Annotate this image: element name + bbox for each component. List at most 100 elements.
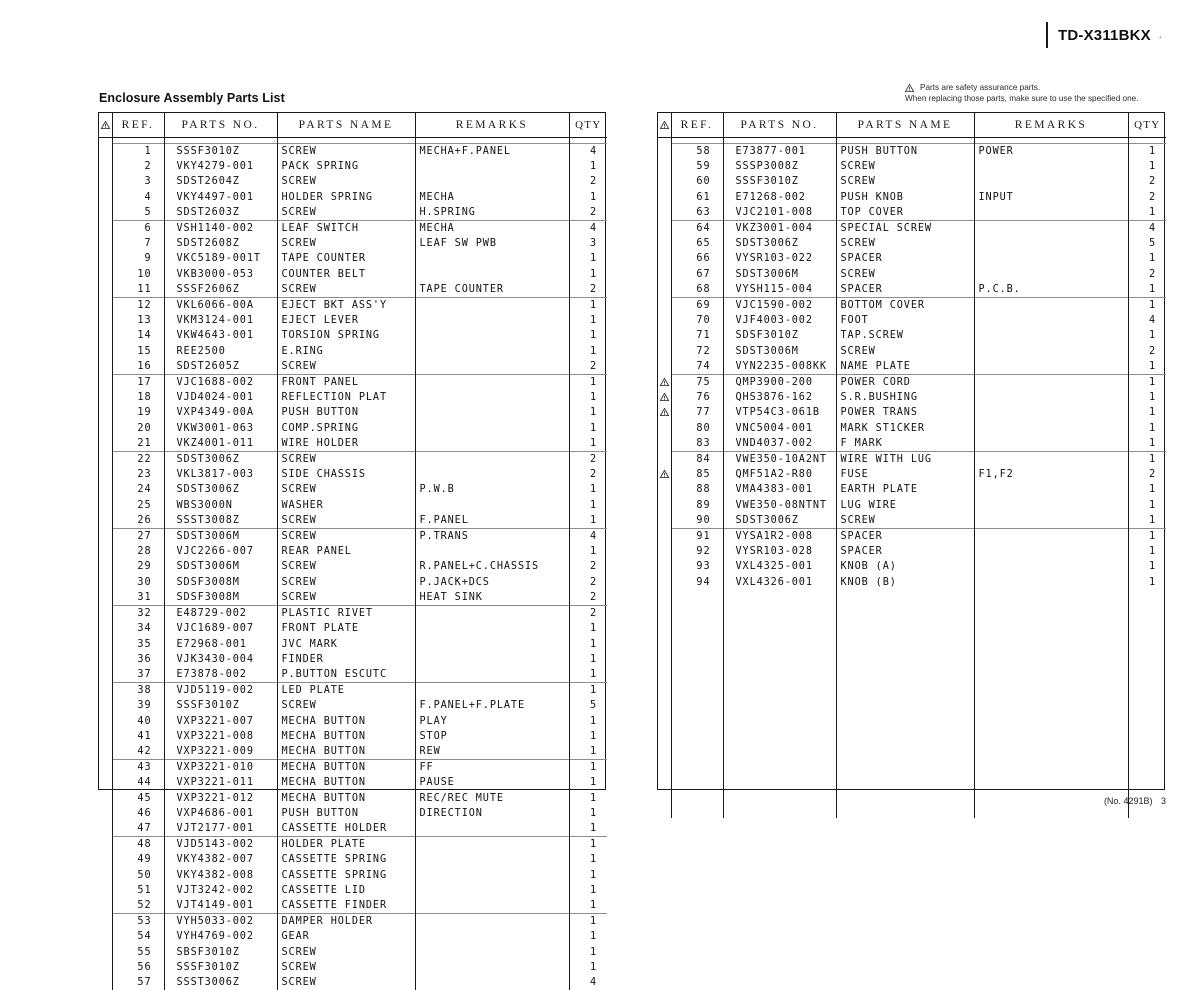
row-warning-cell	[99, 298, 112, 314]
table-row[interactable]: 94VXL4326-001KNOB (B)1	[658, 575, 1166, 590]
table-row[interactable]: 26SSST3008ZSCREWF.PANEL1	[99, 513, 607, 529]
row-warning-cell	[99, 698, 112, 713]
table-row[interactable]: 30SDSF3008MSCREWP.JACK+DCS2	[99, 575, 607, 590]
table-row[interactable]: 21VKZ4001-011WIRE HOLDER1	[99, 436, 607, 452]
table-row[interactable]: 60SSSF3010ZSCREW2	[658, 174, 1166, 189]
table-row[interactable]: 2VKY4279-001PACK SPRING1	[99, 159, 607, 174]
table-row[interactable]: 91VYSA1R2-008SPACER1	[658, 529, 1166, 545]
table-row[interactable]: 17VJC1688-002FRONT PANEL1	[99, 375, 607, 391]
table-row[interactable]: 24SDST3006ZSCREWP.W.B1	[99, 482, 607, 497]
table-row[interactable]: 76QHS3876-162S.R.BUSHING1	[658, 390, 1166, 405]
table-row[interactable]: 90SDST3006ZSCREW1	[658, 513, 1166, 529]
row-parts-no: E72968-001	[164, 637, 277, 652]
table-row[interactable]: 70VJF4003-002FOOT4	[658, 313, 1166, 328]
table-row[interactable]: 59SSSP3008ZSCREW1	[658, 159, 1166, 174]
row-qty: 1	[569, 267, 607, 282]
table-row[interactable]: 23VKL3817-003SIDE CHASSIS2	[99, 467, 607, 482]
table-row[interactable]: 50VKY4382-008CASSETTE SPRING1	[99, 868, 607, 883]
table-row[interactable]: 75QMP3900-200POWER CORD1	[658, 375, 1166, 391]
table-row[interactable]: 71SDSF3010ZTAP.SCREW1	[658, 328, 1166, 343]
table-row[interactable]: 58E73877-001PUSH BUTTONPOWER1	[658, 144, 1166, 160]
table-row[interactable]: 84VWE350-10A2NTWIRE WITH LUG1	[658, 452, 1166, 468]
row-parts-name: PUSH BUTTON	[277, 405, 415, 420]
table-row[interactable]: 29SDST3006MSCREWR.PANEL+C.CHASSIS2	[99, 559, 607, 574]
table-row[interactable]: 80VNC5004-001MARK ST1CKER1	[658, 421, 1166, 436]
table-row[interactable]: 92VYSR103-028SPACER1	[658, 544, 1166, 559]
table-row[interactable]: 36VJK3430-004FINDER1	[99, 652, 607, 667]
table-row[interactable]: 48VJD5143-002HOLDER PLATE1	[99, 837, 607, 853]
table-row[interactable]: 65SDST3006ZSCREW5	[658, 236, 1166, 251]
row-parts-no: REE2500	[164, 344, 277, 359]
table-row[interactable]: 1SSSF3010ZSCREWMECHA+F.PANEL4	[99, 144, 607, 160]
table-row[interactable]: 63VJC2101-008TOP COVER1	[658, 205, 1166, 221]
row-warning-cell	[99, 513, 112, 529]
row-warning-cell	[99, 159, 112, 174]
table-row[interactable]: 47VJT2177-001CASSETTE HOLDER1	[99, 821, 607, 837]
row-qty: 4	[569, 529, 607, 545]
table-row[interactable]: 93VXL4325-001KNOB (A)1	[658, 559, 1166, 574]
table-row[interactable]: 41VXP3221-008MECHA BUTTONSTOP1	[99, 729, 607, 744]
table-row[interactable]: 35E72968-001JVC MARK1	[99, 637, 607, 652]
table-row[interactable]: 89VWE350-08NTNTLUG WIRE1	[658, 498, 1166, 513]
table-row[interactable]: 67SDST3006MSCREW2	[658, 267, 1166, 282]
row-parts-no: VXP3221-011	[164, 775, 277, 790]
table-row[interactable]: 38VJD5119-002LED PLATE1	[99, 683, 607, 699]
table-row[interactable]: 15REE2500E.RING1	[99, 344, 607, 359]
table-row[interactable]: 20VKW3001-063COMP.SPRING1	[99, 421, 607, 436]
table-row[interactable]: 52VJT4149-001CASSETTE FINDER1	[99, 898, 607, 914]
table-row[interactable]: 69VJC1590-002BOTTOM COVER1	[658, 298, 1166, 314]
model-trailing-mark: .	[1159, 29, 1162, 41]
table-row[interactable]: 54VYH4769-002GEAR1	[99, 929, 607, 944]
table-row[interactable]: 42VXP3221-009MECHA BUTTONREW1	[99, 744, 607, 760]
table-row[interactable]: 56SSSF3010ZSCREW1	[99, 960, 607, 975]
row-remarks: DIRECTION	[415, 806, 569, 821]
table-row[interactable]: 45VXP3221-012MECHA BUTTONREC/REC MUTE1	[99, 791, 607, 806]
table-row[interactable]: 44VXP3221-011MECHA BUTTONPAUSE1	[99, 775, 607, 790]
table-row[interactable]: 10VKB3000-053COUNTER BELT1	[99, 267, 607, 282]
row-ref: 84	[671, 452, 723, 468]
table-row[interactable]: 25WBS3000NWASHER1	[99, 498, 607, 513]
table-row[interactable]: 68VYSH115-004SPACERP.C.B.1	[658, 282, 1166, 298]
table-row[interactable]: 9VKC5189-001TTAPE COUNTER1	[99, 251, 607, 266]
table-row[interactable]: 27SDST3006MSCREWP.TRANS4	[99, 529, 607, 545]
table-row[interactable]: 19VXP4349-00APUSH BUTTON1	[99, 405, 607, 420]
table-row[interactable]: 12VKL6066-00AEJECT BKT ASS'Y1	[99, 298, 607, 314]
table-row[interactable]: 61E71268-002PUSH KNOBINPUT2	[658, 190, 1166, 205]
table-row[interactable]: 53VYH5033-002DAMPER HOLDER1	[99, 914, 607, 930]
table-row[interactable]: 28VJC2266-007REAR PANEL1	[99, 544, 607, 559]
table-row[interactable]: 39SSSF3010ZSCREWF.PANEL+F.PLATE5	[99, 698, 607, 713]
table-row[interactable]: 14VKW4643-001TORSION SPRING1	[99, 328, 607, 343]
table-row[interactable]: 13VKM3124-001EJECT LEVER1	[99, 313, 607, 328]
table-row[interactable]: 32E48729-002PLASTIC RIVET2	[99, 606, 607, 622]
table-row[interactable]: 40VXP3221-007MECHA BUTTONPLAY1	[99, 714, 607, 729]
table-row[interactable]: 55SBSF3010ZSCREW1	[99, 945, 607, 960]
row-remarks	[415, 929, 569, 944]
table-row[interactable]: 51VJT3242-002CASSETTE LID1	[99, 883, 607, 898]
table-row[interactable]: 46VXP4686-001PUSH BUTTONDIRECTION1	[99, 806, 607, 821]
table-row[interactable]: 31SDSF3008MSCREWHEAT SINK2	[99, 590, 607, 606]
table-row[interactable]: 11SSSF2606ZSCREWTAPE COUNTER2	[99, 282, 607, 298]
table-row[interactable]: 57SSST3006ZSCREW4	[99, 975, 607, 990]
table-row[interactable]: 7SDST2608ZSCREWLEAF SW PWB3	[99, 236, 607, 251]
table-row[interactable]: 18VJD4024-001REFLECTION PLAT1	[99, 390, 607, 405]
table-row[interactable]: 5SDST2603ZSCREWH.SPRING2	[99, 205, 607, 221]
table-row[interactable]: 88VMA4383-001EARTH PLATE1	[658, 482, 1166, 497]
table-row[interactable]: 74VYN2235-008KKNAME PLATE1	[658, 359, 1166, 375]
table-row[interactable]: 64VKZ3001-004SPECIAL SCREW4	[658, 221, 1166, 237]
table-row[interactable]: 37E73878-002P.BUTTON ESCUTC1	[99, 667, 607, 683]
row-parts-no: VKL3817-003	[164, 467, 277, 482]
table-row[interactable]: 22SDST3006ZSCREW2	[99, 452, 607, 468]
table-row[interactable]: 34VJC1689-007FRONT PLATE1	[99, 621, 607, 636]
table-row[interactable]: 72SDST3006MSCREW2	[658, 344, 1166, 359]
table-row[interactable]: 4VKY4497-001HOLDER SPRINGMECHA1	[99, 190, 607, 205]
table-row[interactable]: 43VXP3221-010MECHA BUTTONFF1	[99, 760, 607, 776]
table-row[interactable]: 6VSH1140-002LEAF SWITCHMECHA4	[99, 221, 607, 237]
table-row[interactable]: 83VND4037-002F MARK1	[658, 436, 1166, 452]
table-row[interactable]: 85QMF51A2-R80FUSEF1,F22	[658, 467, 1166, 482]
table-row[interactable]: 16SDST2605ZSCREW2	[99, 359, 607, 375]
table-row[interactable]: 49VKY4382-007CASSETTE SPRING1	[99, 852, 607, 867]
table-row[interactable]: 3SDST2604ZSCREW2	[99, 174, 607, 189]
table-row[interactable]: 66VYSR103-022SPACER1	[658, 251, 1166, 266]
table-row[interactable]: 77VTP54C3-061BPOWER TRANS1	[658, 405, 1166, 420]
row-ref: 52	[112, 898, 164, 914]
